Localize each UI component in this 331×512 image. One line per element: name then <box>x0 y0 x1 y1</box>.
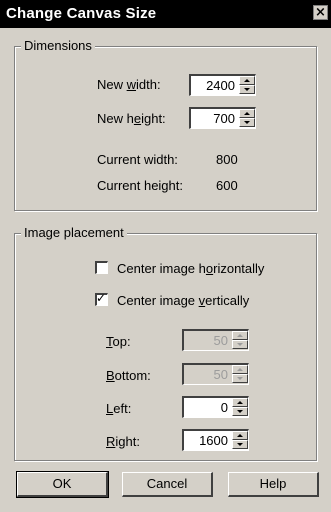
top-spinner[interactable]: 50 <box>182 329 249 351</box>
help-button[interactable]: Help <box>228 472 319 497</box>
bottom-down-button[interactable] <box>232 374 248 383</box>
bottom-up-button[interactable] <box>232 365 248 374</box>
new-height-label: New height: <box>97 111 166 126</box>
right-down-button[interactable] <box>232 440 248 449</box>
new-width-input[interactable]: 2400 <box>193 78 237 94</box>
center-vertical-check-icon: ✓ <box>96 291 107 305</box>
ok-button[interactable]: OK <box>16 471 109 498</box>
new-height-input[interactable]: 700 <box>193 111 237 127</box>
image-placement-group-label: Image placement <box>21 225 127 240</box>
center-horizontal-checkbox[interactable] <box>95 261 108 274</box>
current-height-value: 600 <box>216 178 238 193</box>
new-width-up-button[interactable] <box>239 76 255 85</box>
arrow-down-icon <box>237 343 243 346</box>
current-height-label: Current height: <box>97 178 183 193</box>
arrow-up-icon <box>244 79 250 82</box>
right-label: Right: <box>106 434 140 449</box>
arrow-up-icon <box>237 401 243 404</box>
left-label: Left: <box>106 401 132 416</box>
arrow-down-icon <box>237 377 243 380</box>
left-input[interactable]: 0 <box>186 400 230 416</box>
new-width-down-button[interactable] <box>239 85 255 94</box>
left-down-button[interactable] <box>232 407 248 416</box>
new-height-down-button[interactable] <box>239 118 255 127</box>
right-spinner[interactable]: 1600 <box>182 429 249 451</box>
new-height-up-button[interactable] <box>239 109 255 118</box>
arrow-up-icon <box>244 112 250 115</box>
arrow-down-icon <box>244 88 250 91</box>
bottom-label: Bottom: <box>106 368 151 383</box>
change-canvas-size-dialog: Change Canvas Size × Dimensions New widt… <box>0 0 331 512</box>
bottom-input[interactable]: 50 <box>186 367 230 383</box>
arrow-down-icon <box>237 443 243 446</box>
new-width-spinner[interactable]: 2400 <box>189 74 256 96</box>
arrow-down-icon <box>244 121 250 124</box>
arrow-up-icon <box>237 434 243 437</box>
center-vertical-label[interactable]: Center image vertically <box>117 293 249 308</box>
dimensions-group-label: Dimensions <box>21 38 95 53</box>
close-icon[interactable]: × <box>313 5 328 20</box>
current-width-label: Current width: <box>97 152 178 167</box>
bottom-spinner[interactable]: 50 <box>182 363 249 385</box>
arrow-up-icon <box>237 334 243 337</box>
new-width-label: New width: <box>97 77 161 92</box>
dialog-title: Change Canvas Size <box>6 5 157 22</box>
left-up-button[interactable] <box>232 398 248 407</box>
arrow-down-icon <box>237 410 243 413</box>
cancel-button[interactable]: Cancel <box>122 472 213 497</box>
top-label: Top: <box>106 334 131 349</box>
top-down-button[interactable] <box>232 340 248 349</box>
title-bar: Change Canvas Size × <box>0 0 331 28</box>
right-input[interactable]: 1600 <box>186 433 230 449</box>
top-input[interactable]: 50 <box>186 333 230 349</box>
left-spinner[interactable]: 0 <box>182 396 249 418</box>
new-height-spinner[interactable]: 700 <box>189 107 256 129</box>
right-up-button[interactable] <box>232 431 248 440</box>
top-up-button[interactable] <box>232 331 248 340</box>
current-width-value: 800 <box>216 152 238 167</box>
center-horizontal-label[interactable]: Center image horizontally <box>117 261 264 276</box>
center-vertical-checkbox[interactable]: ✓ <box>95 291 108 306</box>
arrow-up-icon <box>237 368 243 371</box>
